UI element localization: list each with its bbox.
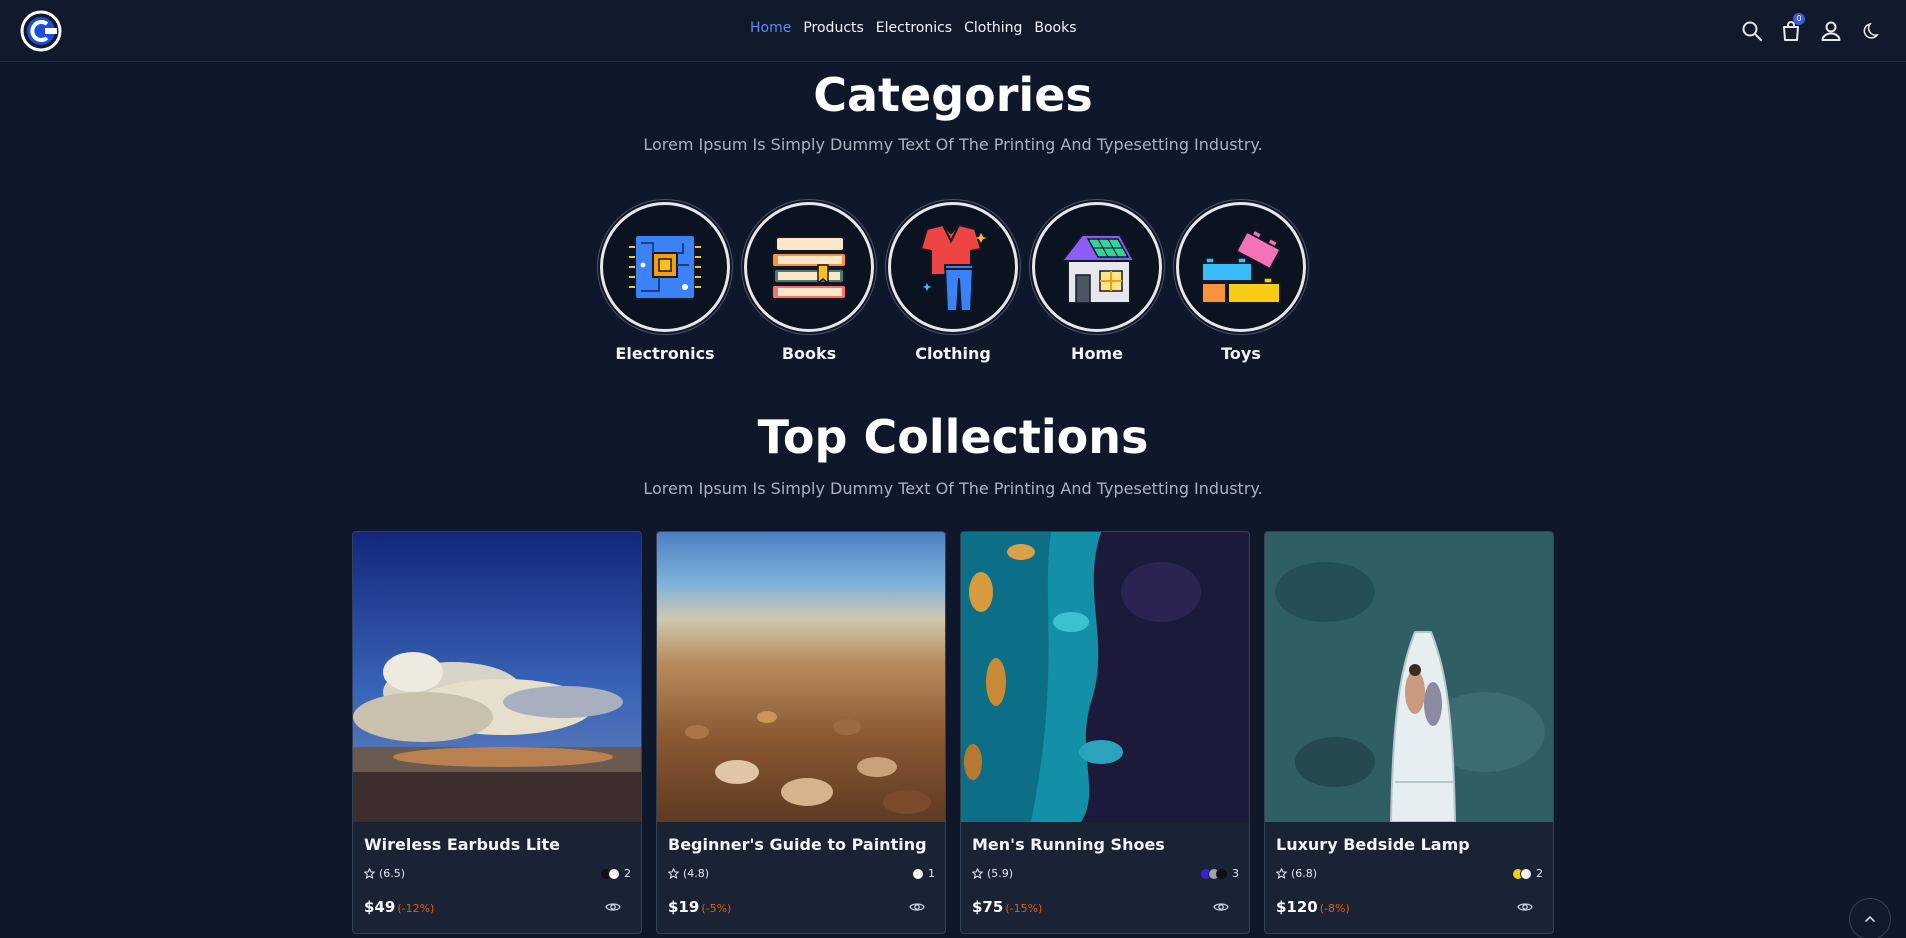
category-toys-circle <box>1176 202 1306 332</box>
color-count: 2 <box>1536 867 1543 880</box>
price-value: $19 <box>668 898 700 916</box>
star-icon <box>668 868 679 879</box>
rating-value: (6.5) <box>379 867 406 880</box>
moon-icon[interactable] <box>1860 19 1884 43</box>
category-books[interactable]: Books <box>744 202 874 363</box>
nav-home[interactable]: Home <box>750 20 791 36</box>
category-electronics[interactable]: Electronics <box>600 202 730 363</box>
cart-button[interactable]: 0 <box>1779 13 1805 43</box>
category-label: Home <box>1071 344 1123 363</box>
house-icon <box>1061 234 1135 304</box>
product-image <box>353 532 641 822</box>
category-home-circle <box>1032 202 1162 332</box>
nav-clothing[interactable]: Clothing <box>964 20 1022 36</box>
top-navbar: Home Products Electronics Clothing Books… <box>0 0 1906 62</box>
discount-value: (-12%) <box>397 902 435 915</box>
category-books-circle <box>744 202 874 332</box>
chevron-up-icon <box>1865 915 1875 922</box>
product-rating: (4.8) <box>668 867 709 880</box>
eye-icon[interactable] <box>1213 899 1229 915</box>
discount-value: (-15%) <box>1005 902 1043 915</box>
product-image <box>657 532 945 822</box>
circuit-board-icon <box>629 234 701 300</box>
category-clothing-circle <box>888 202 1018 332</box>
category-electronics-circle <box>600 202 730 332</box>
eye-icon[interactable] <box>605 899 621 915</box>
nav-products[interactable]: Products <box>803 20 863 36</box>
clothes-icon <box>920 224 987 312</box>
product-name: Men's Running Shoes <box>972 835 1165 854</box>
main-nav: Home Products Electronics Clothing Books <box>750 20 1077 36</box>
product-image <box>961 532 1249 822</box>
discount-value: (-8%) <box>1319 902 1350 915</box>
eye-icon[interactable] <box>1517 899 1533 915</box>
color-swatch[interactable] <box>912 867 924 880</box>
collections-subtitle: Lorem Ipsum Is Simply Dummy Text Of The … <box>643 479 1263 498</box>
color-swatches: 2 <box>600 867 631 880</box>
product-price: $49 (-12%) <box>364 898 434 916</box>
user-icon[interactable] <box>1819 19 1843 43</box>
category-label: Toys <box>1221 344 1261 363</box>
category-label: Books <box>781 344 837 363</box>
color-count: 3 <box>1232 867 1239 880</box>
search-icon[interactable] <box>1740 19 1764 43</box>
star-icon <box>972 868 983 879</box>
product-name: Luxury Bedside Lamp <box>1276 835 1470 854</box>
color-swatches: 1 <box>912 867 935 880</box>
color-swatches: 2 <box>1512 867 1543 880</box>
category-home[interactable]: Home <box>1032 202 1162 363</box>
category-label: Electronics <box>615 344 715 363</box>
color-swatch[interactable] <box>1520 867 1532 880</box>
product-card[interactable]: Wireless Earbuds Lite (6.5) 2 $49 (-12%) <box>352 531 642 934</box>
brand-logo-icon[interactable] <box>19 9 63 53</box>
star-icon <box>364 868 375 879</box>
price-value: $75 <box>972 898 1004 916</box>
product-rating: (6.5) <box>364 867 405 880</box>
category-toys[interactable]: Toys <box>1176 202 1306 363</box>
discount-value: (-5%) <box>701 902 732 915</box>
product-rating: (5.9) <box>972 867 1013 880</box>
product-name: Wireless Earbuds Lite <box>364 835 561 854</box>
product-name: Beginner's Guide to Painting <box>668 835 927 854</box>
category-label: Clothing <box>915 344 991 363</box>
color-count: 1 <box>928 867 935 880</box>
nav-electronics[interactable]: Electronics <box>876 20 952 36</box>
product-rating: (6.8) <box>1276 867 1317 880</box>
product-price: $19 (-5%) <box>668 898 731 916</box>
product-price: $120 (-8%) <box>1276 898 1350 916</box>
price-value: $49 <box>364 898 396 916</box>
color-swatches: 3 <box>1200 867 1239 880</box>
rating-value: (6.8) <box>1291 867 1318 880</box>
cart-count-badge: 0 <box>1793 13 1805 25</box>
product-card[interactable]: Beginner's Guide to Painting (4.8) 1 $19… <box>656 531 946 934</box>
product-price: $75 (-15%) <box>972 898 1042 916</box>
product-card[interactable]: Luxury Bedside Lamp (6.8) 2 $120 (-8%) <box>1264 531 1554 934</box>
color-swatch[interactable] <box>608 867 620 880</box>
collections-title: Top Collections <box>757 410 1149 464</box>
color-count: 2 <box>624 867 631 880</box>
product-image <box>1265 532 1553 822</box>
category-clothing[interactable]: Clothing <box>888 202 1018 363</box>
categories-subtitle: Lorem Ipsum Is Simply Dummy Text Of The … <box>643 135 1263 154</box>
books-stack-icon <box>771 236 847 300</box>
product-card[interactable]: Men's Running Shoes (5.9) 3 $75 (-15%) <box>960 531 1250 934</box>
toy-blocks-icon <box>1201 229 1281 304</box>
eye-icon[interactable] <box>909 899 925 915</box>
color-swatch[interactable] <box>1216 867 1228 880</box>
categories-title: Categories <box>813 68 1093 122</box>
nav-books[interactable]: Books <box>1034 20 1076 36</box>
price-value: $120 <box>1276 898 1318 916</box>
rating-value: (4.8) <box>683 867 710 880</box>
star-icon <box>1276 868 1287 879</box>
rating-value: (5.9) <box>987 867 1014 880</box>
scroll-to-top-button[interactable] <box>1849 898 1891 938</box>
